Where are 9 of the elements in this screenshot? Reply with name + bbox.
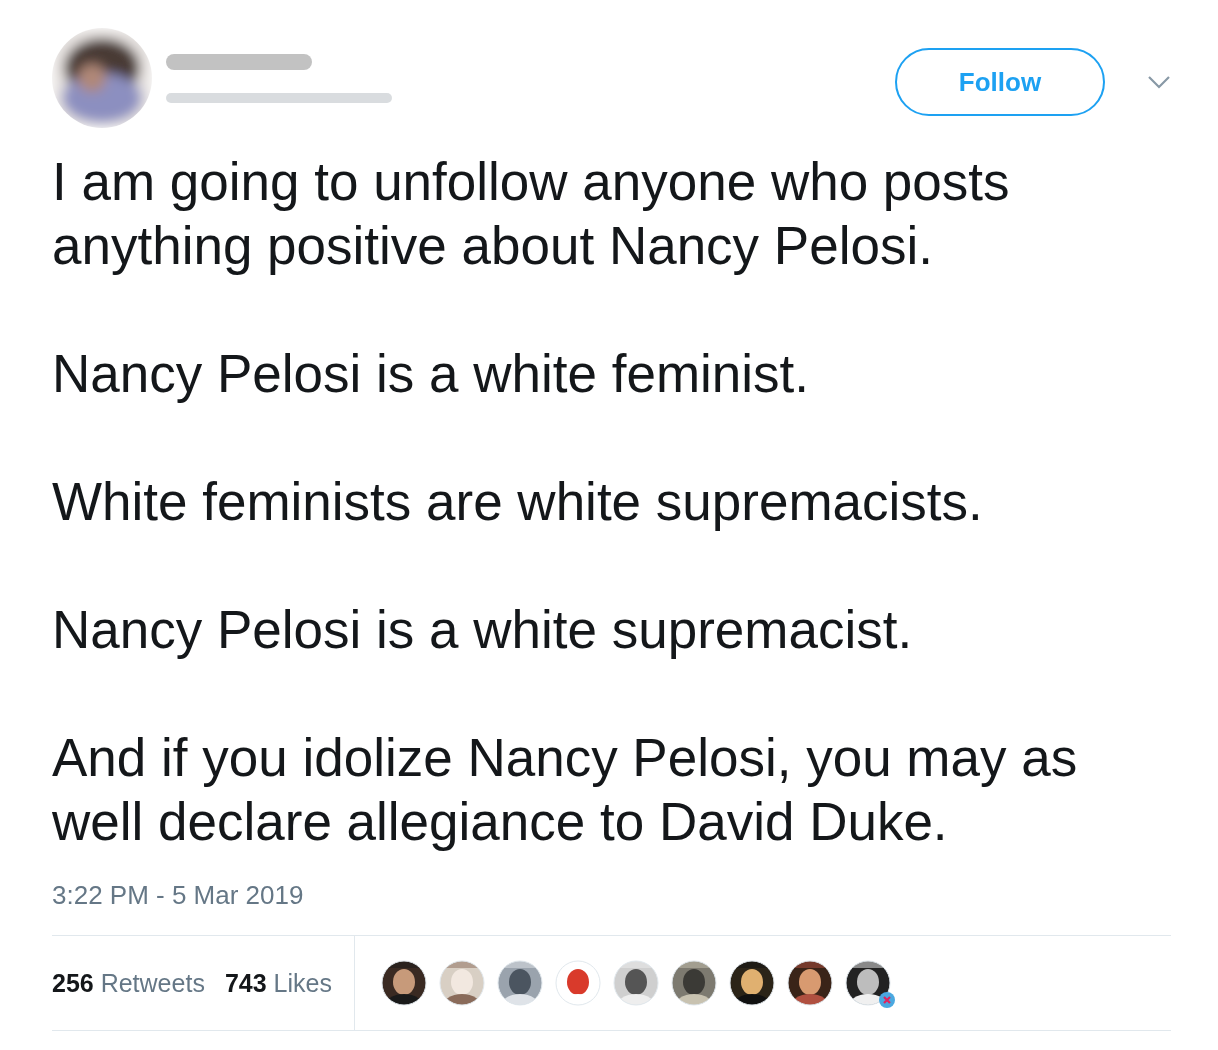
stat-link[interactable]: 256 Retweets xyxy=(52,968,205,998)
stat-link[interactable]: 743 Likes xyxy=(224,968,332,998)
tweet-text: Nancy Pelosi is a white supremacist. xyxy=(52,599,914,661)
chevron-down-icon[interactable] xyxy=(1147,75,1171,89)
tweet-text: And if you idolize Nancy Pelosi, you may as well declare allegiance to David Duke. xyxy=(52,727,1079,853)
tweet-text: Nancy Pelosi is a white feminist. xyxy=(52,343,810,405)
tweet-text: White feminists are white supremacists. xyxy=(52,471,984,533)
tweet-text: I am going to unfollow anyone who posts anything positive about Nancy Pelosi. xyxy=(52,151,1011,277)
timestamp[interactable]: 3:22 PM - 5 Mar 2019 xyxy=(52,880,304,911)
